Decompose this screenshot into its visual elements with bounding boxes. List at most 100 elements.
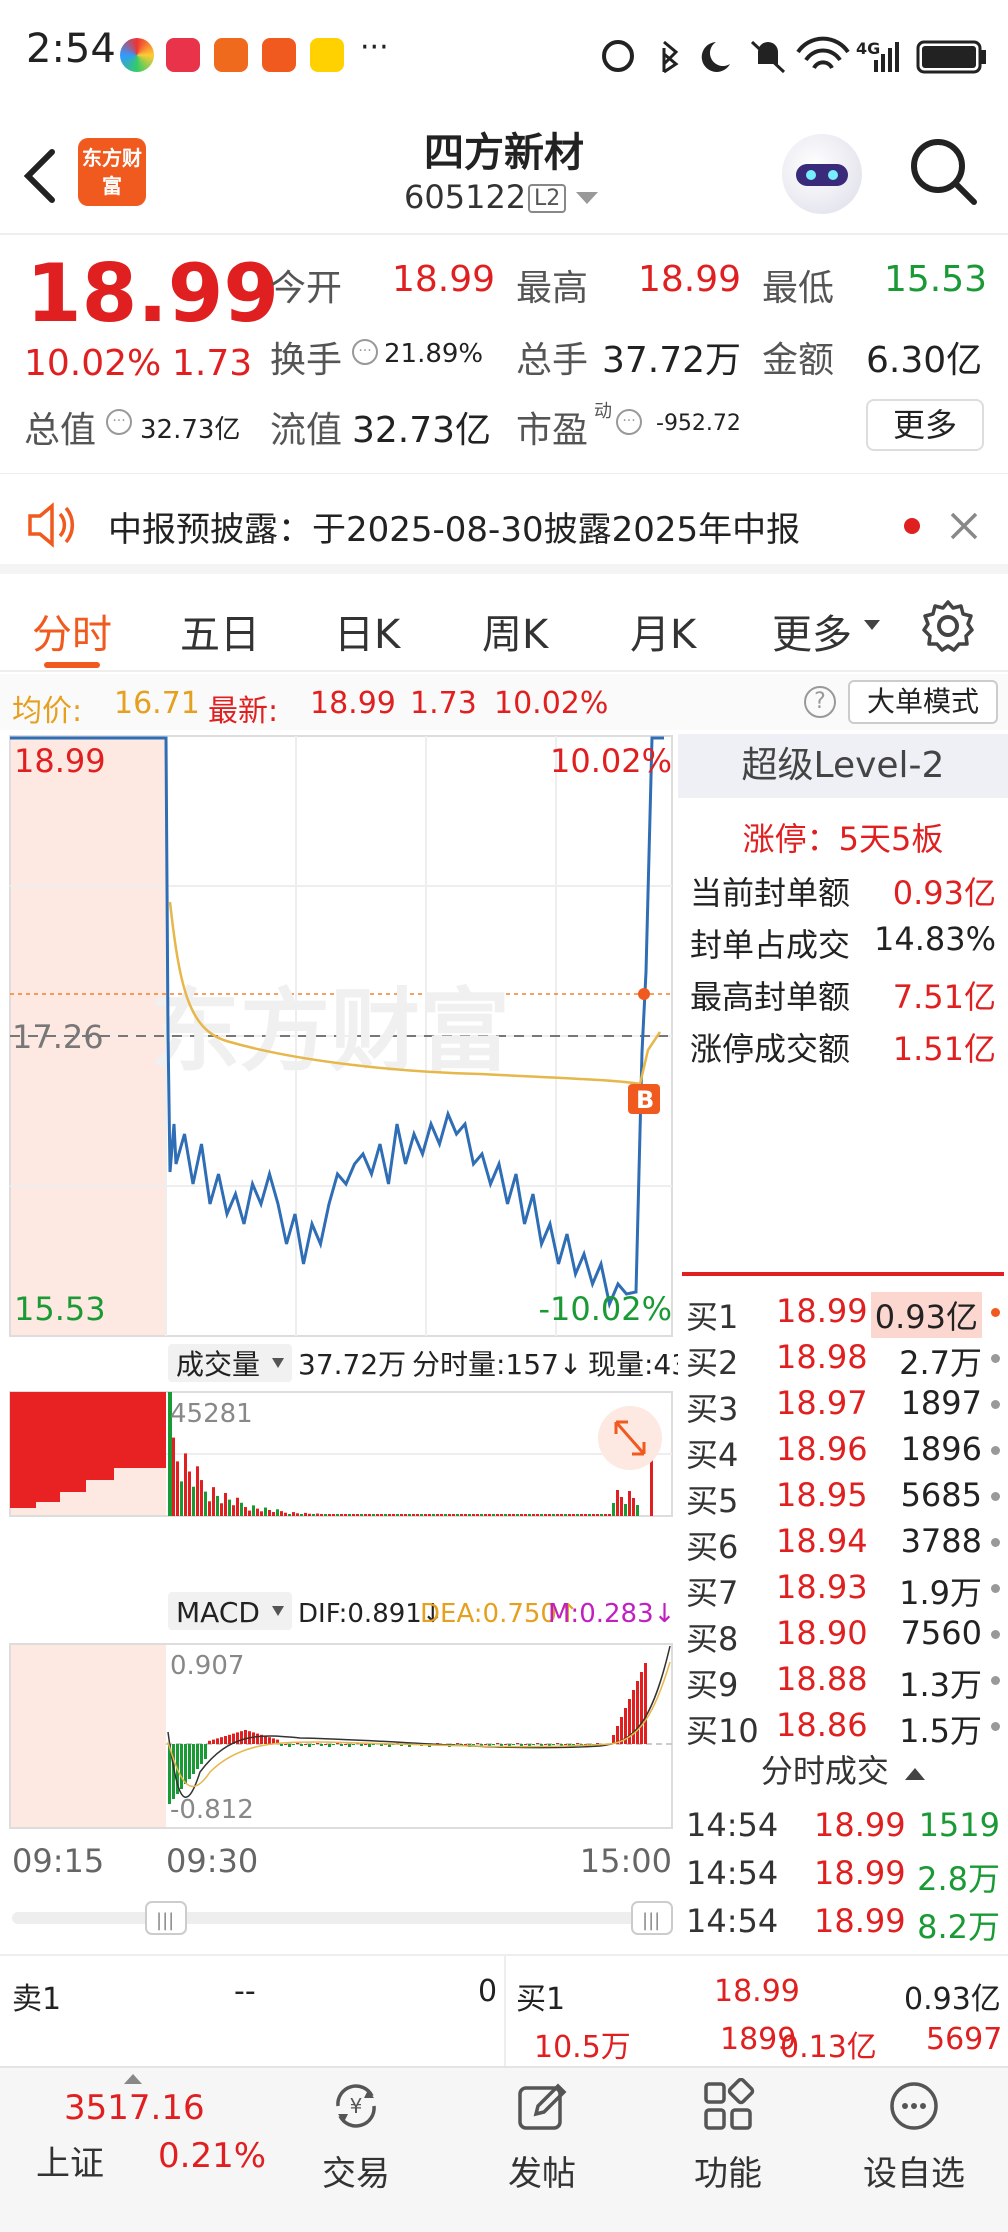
index-pct[interactable]: 0.21% — [158, 2136, 266, 2176]
bid-row[interactable]: 买2 18.98 2.7万 — [678, 1334, 1008, 1382]
help-icon[interactable]: ? — [804, 686, 836, 718]
volume-bar — [540, 1514, 543, 1516]
low-label: 最低 — [762, 268, 835, 309]
bid-level: 买5 — [686, 1482, 739, 1520]
level-badge[interactable]: L2 — [528, 184, 567, 213]
nav-trade[interactable]: ¥ 交易 — [276, 2068, 436, 2195]
volume-bar — [584, 1514, 587, 1516]
macd-bar — [328, 1744, 331, 1747]
volume-bar — [400, 1514, 403, 1516]
macd-bar — [520, 1744, 523, 1746]
trade-row: 14:54 18.99 2.8万 — [678, 1850, 1008, 1898]
macd-bar — [556, 1743, 559, 1744]
nav-trade-label: 交易 — [322, 2154, 390, 2194]
volume-bar — [188, 1471, 191, 1516]
search-icon[interactable] — [908, 136, 978, 206]
volume-bar — [348, 1514, 351, 1516]
bid-row[interactable]: 买8 18.90 7560 — [678, 1610, 1008, 1658]
bid-level: 买3 — [686, 1390, 739, 1428]
volume-bar — [320, 1514, 323, 1516]
info-icon[interactable]: ··· — [352, 339, 378, 365]
volume-bar — [624, 1504, 627, 1516]
active-tab-indicator — [44, 662, 100, 668]
macd-bar — [640, 1672, 643, 1744]
tab-monthly-k[interactable]: 月K — [630, 602, 696, 660]
bid-dot — [991, 1308, 1000, 1317]
volume-bar — [552, 1514, 555, 1516]
macd-bar — [340, 1744, 343, 1746]
volume-bar — [304, 1512, 307, 1516]
macd-bar — [360, 1744, 363, 1746]
level2-title[interactable]: 超级Level-2 — [678, 734, 1008, 798]
volume-bar — [364, 1514, 367, 1516]
bid-row[interactable]: 买4 18.96 1896 — [678, 1426, 1008, 1474]
info-icon[interactable]: ··· — [106, 409, 132, 435]
turnover-label: 换手 — [270, 340, 343, 381]
chat-icon — [890, 2082, 938, 2130]
volume-bar — [252, 1505, 255, 1516]
nav-post[interactable]: 发帖 — [462, 2068, 622, 2195]
nav-functions-label: 功能 — [694, 2154, 762, 2194]
macd-bar — [524, 1744, 527, 1745]
trade-ticks-header[interactable]: 分时成交 — [678, 1746, 1008, 1792]
tab-more[interactable]: 更多 — [772, 602, 852, 660]
tab-intraday[interactable]: 分时 — [32, 602, 112, 660]
macd-bar — [200, 1744, 203, 1764]
bid-level: 买6 — [686, 1528, 739, 1566]
volume-bar — [332, 1514, 335, 1516]
volume-bar — [232, 1505, 235, 1516]
bid-row[interactable]: 买5 18.95 5685 — [678, 1472, 1008, 1520]
trade-volume: 2.8万 — [917, 1860, 1000, 1898]
nav-functions[interactable]: 功能 — [648, 2068, 808, 2195]
nav-watchlist[interactable]: 设自选 — [834, 2068, 994, 2195]
bid-price: 18.96 — [776, 1430, 868, 1468]
bid-list: 买1 18.99 0.93亿 买2 18.98 2.7万 买3 18.97 1897 买4 18.9… — [678, 1288, 1008, 1750]
macd-bar — [268, 1737, 271, 1744]
bid-volume: 1.9万 — [899, 1574, 982, 1612]
macd-bar — [240, 1731, 243, 1744]
change-value: 1.73 — [172, 343, 253, 384]
macd-bar — [576, 1743, 579, 1744]
watermark: 东方财富 — [150, 979, 510, 1084]
trade-time: 14:54 — [686, 1806, 779, 1844]
robot-assistant-icon[interactable] — [782, 134, 862, 214]
tab-five-day[interactable]: 五日 — [180, 602, 260, 660]
bid-row[interactable]: 买10 18.86 1.5万 — [678, 1702, 1008, 1750]
volume-bar — [440, 1514, 443, 1516]
bid-row[interactable]: 买9 18.88 1.3万 — [678, 1656, 1008, 1704]
more-button[interactable]: 更多 — [866, 399, 984, 451]
intraday-chart[interactable]: 东方财富 B 18.99 17.26 15.53 10.02% -10.02% … — [0, 732, 689, 1952]
macd-bar — [184, 1744, 187, 1784]
tab-daily-k[interactable]: 日K — [334, 602, 400, 660]
dropdown-arrow-icon — [864, 620, 880, 630]
volume-bar — [408, 1514, 411, 1516]
gear-icon[interactable] — [920, 598, 976, 654]
latest-label: 最新: — [208, 694, 279, 729]
volume-bar — [488, 1514, 491, 1516]
index-value[interactable]: 3517.16 — [64, 2088, 205, 2128]
info-icon[interactable]: ··· — [616, 409, 642, 435]
bid-row[interactable]: 买1 18.99 0.93亿 — [678, 1288, 1008, 1338]
average-price-row: 均价: 16.71 最新: 18.99 1.73 10.02% ? 大单模式 — [0, 674, 1008, 730]
dropdown-arrow-icon[interactable] — [576, 192, 598, 206]
notice-text: 中报预披露：于2025-08-30披露2025年中报 — [108, 510, 801, 550]
volume-bar — [272, 1512, 275, 1516]
volume-bar — [288, 1514, 291, 1516]
low-value: 15.53 — [884, 259, 988, 300]
macd-bar — [188, 1744, 191, 1779]
bid-row[interactable]: 买7 18.93 1.9万 — [678, 1564, 1008, 1612]
tab-weekly-k[interactable]: 周K — [482, 602, 548, 660]
macd-bar — [196, 1744, 199, 1769]
bid-row[interactable]: 买3 18.97 1897 — [678, 1380, 1008, 1428]
bid-row[interactable]: 买6 18.94 3788 — [678, 1518, 1008, 1566]
svg-text:|||: ||| — [642, 1910, 660, 1931]
big-order-mode-button[interactable]: 大单模式 — [848, 680, 998, 724]
avg-value: 16.71 — [114, 686, 200, 721]
close-icon[interactable] — [948, 510, 980, 542]
minute-volume: 分时量:157↓ — [412, 1348, 582, 1381]
index-name[interactable]: 上证 — [36, 2136, 104, 2185]
bid-volume: 7560 — [900, 1614, 982, 1652]
notice-bar[interactable]: 中报预披露：于2025-08-30披露2025年中报 — [0, 476, 1008, 574]
volume-bar — [444, 1514, 447, 1516]
volume-bar — [208, 1501, 211, 1516]
